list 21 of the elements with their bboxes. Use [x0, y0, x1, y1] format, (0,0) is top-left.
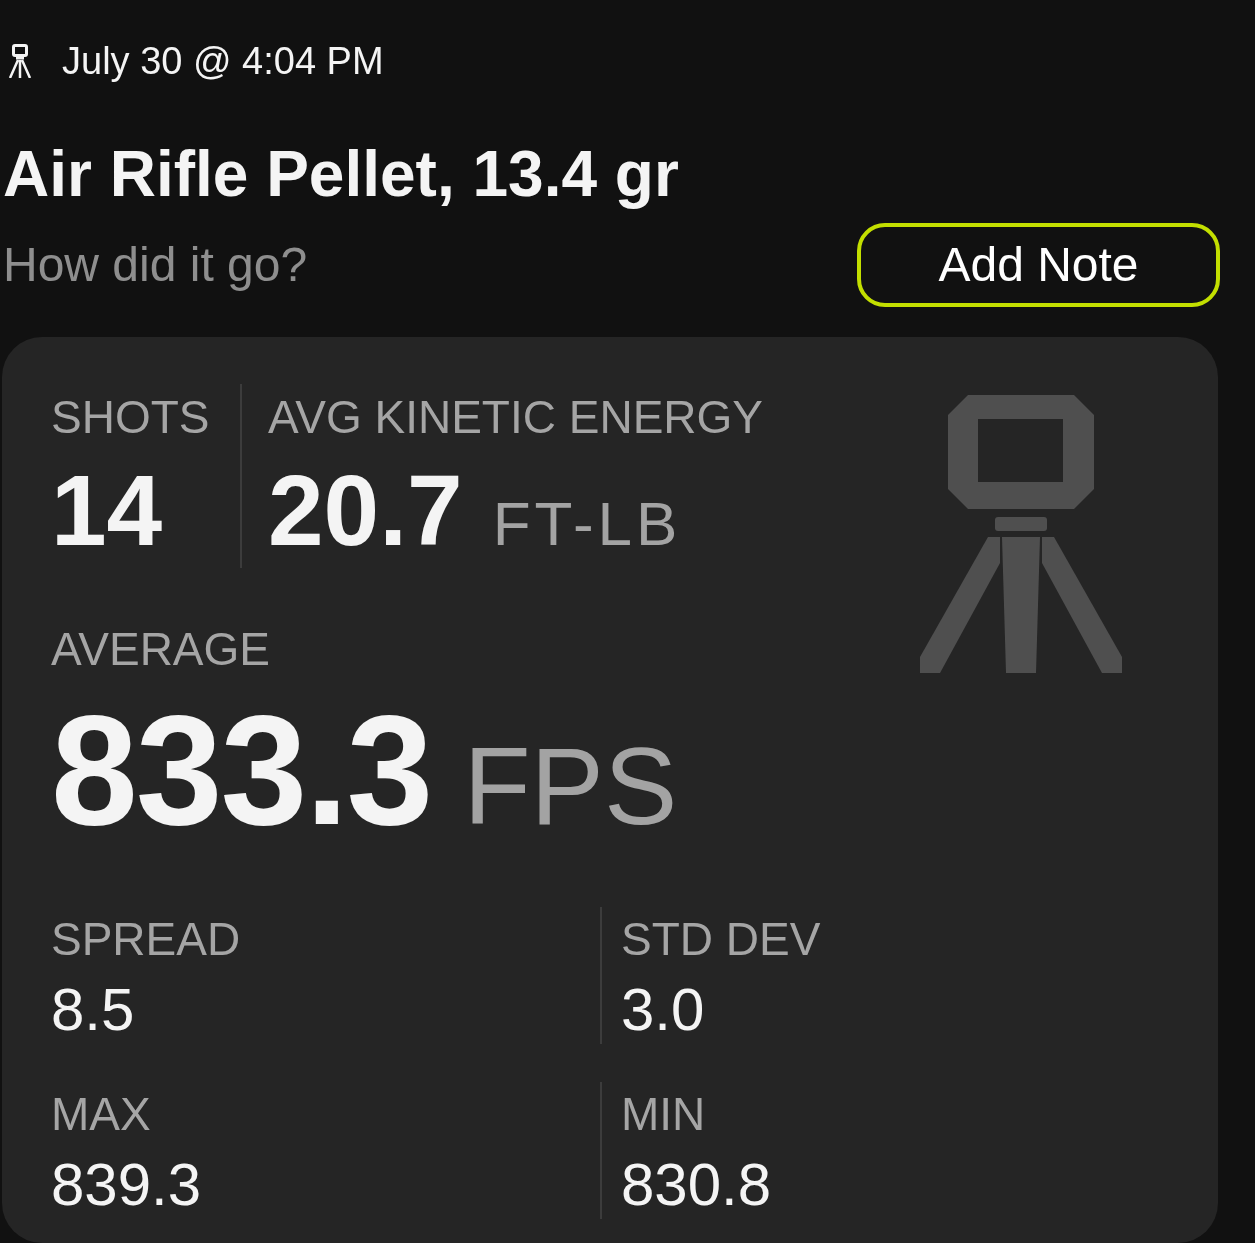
stat-label: MAX — [51, 1091, 151, 1137]
stat-label: AVG KINETIC ENERGY — [268, 394, 764, 440]
average-speed-value: 833.3 — [51, 692, 432, 848]
note-prompt: How did it go? — [3, 241, 308, 289]
stat-value: 830.8 — [621, 1155, 772, 1215]
stat-unit: FPS — [463, 731, 678, 841]
stat-value: 20.7 — [268, 460, 463, 560]
date-text: July 30 @ 4:04 PM — [62, 42, 384, 80]
stat-label: AVERAGE — [51, 626, 270, 672]
stat-label: MIN — [621, 1091, 706, 1137]
stat-label: SPREAD — [51, 916, 241, 962]
stat-value: 8.5 — [51, 980, 135, 1040]
stat-unit: FT-LB — [492, 493, 682, 555]
add-note-button[interactable]: Add Note — [857, 223, 1220, 307]
stat-label: SHOTS — [51, 394, 210, 440]
stat-value: 839.3 — [51, 1155, 202, 1215]
stat-value: 14 — [51, 460, 163, 560]
stat-label: STD DEV — [621, 916, 821, 962]
camera-tripod-icon — [8, 44, 32, 78]
camera-tripod-icon — [920, 395, 1122, 673]
stat-value: 3.0 — [621, 980, 705, 1040]
